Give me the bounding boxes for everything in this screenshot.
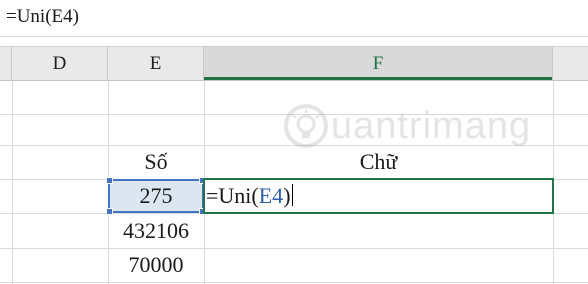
formula-prefix: =Uni(: [206, 183, 259, 208]
column-header-e[interactable]: E: [108, 47, 204, 80]
watermark-text: uantrimang: [331, 105, 532, 147]
cell-e6[interactable]: 70000: [108, 248, 204, 282]
formula-bar[interactable]: =Uni(E4): [0, 0, 588, 36]
cell-f4-editor[interactable]: =Uni(E4): [203, 178, 554, 214]
column-header-stub[interactable]: [0, 47, 12, 80]
column-header-f[interactable]: F: [204, 47, 553, 80]
grid-line: [0, 282, 588, 283]
grid-line: [0, 114, 588, 115]
column-header-g[interactable]: [553, 47, 588, 80]
formula-bar-content[interactable]: =Uni(E4): [6, 6, 79, 28]
cell-e5[interactable]: 432106: [108, 214, 204, 248]
formula-reference: E4: [258, 183, 284, 208]
grid-line: [12, 81, 13, 284]
cell-e4[interactable]: 275: [108, 179, 204, 213]
header-divider: [0, 80, 588, 81]
spreadsheet-grid[interactable]: D E F uantrimang Số Chữ 275 =Uni(E4) 432…: [0, 37, 588, 284]
lightbulb-logo-icon: [284, 104, 328, 148]
cell-f4-formula[interactable]: =Uni(E4): [206, 180, 293, 212]
cell-e3[interactable]: Số: [108, 145, 204, 179]
formula-suffix: ): [283, 183, 291, 208]
cell-f3[interactable]: Chữ: [204, 145, 553, 179]
text-cursor: [291, 184, 293, 206]
grid-line: [0, 248, 588, 249]
column-header-d[interactable]: D: [12, 47, 108, 80]
